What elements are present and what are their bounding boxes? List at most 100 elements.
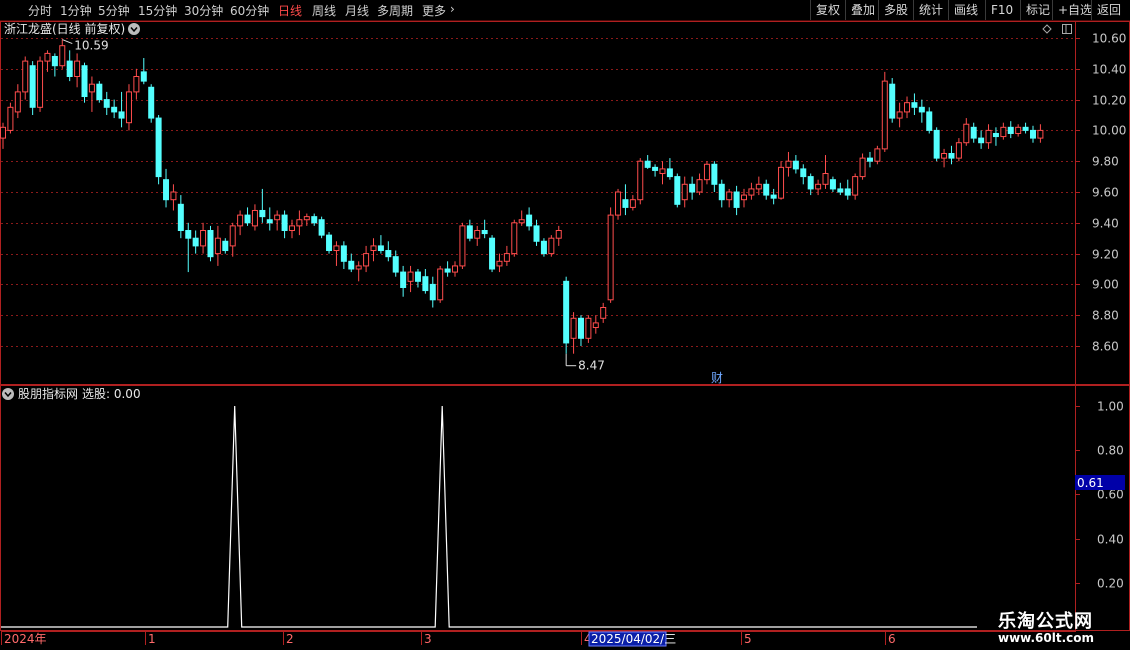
price-tick-label: 10.40	[1092, 63, 1126, 77]
candle-body	[200, 230, 207, 247]
price-tick-label: 10.00	[1092, 124, 1126, 138]
candle-body	[874, 148, 881, 162]
candle-body	[985, 129, 992, 144]
candle-body	[555, 230, 562, 239]
candle-body	[474, 230, 481, 239]
candle-body	[14, 91, 21, 113]
watermark-url: www.60lt.com	[998, 631, 1095, 645]
price-tick-label: 10.20	[1092, 94, 1126, 108]
candle-body	[1022, 126, 1029, 131]
candle-body	[74, 60, 81, 77]
title-dropdown-icon[interactable]	[128, 23, 140, 35]
candle-body	[718, 183, 725, 201]
candle-body	[1000, 126, 1007, 138]
price-tick-label: 9.20	[1092, 248, 1119, 262]
candle-body	[400, 271, 407, 288]
price-tick-label: 9.40	[1092, 217, 1119, 231]
candle-body	[526, 214, 533, 227]
candle-body	[214, 237, 221, 255]
price-tick-label: 9.60	[1092, 186, 1119, 200]
indicator-tick-label: 1.00	[1097, 400, 1124, 414]
candle-body	[904, 102, 911, 113]
candle-body	[918, 106, 925, 113]
candle-body	[844, 188, 851, 196]
price-tick-label: 10.60	[1092, 32, 1126, 46]
candle-body	[140, 71, 147, 82]
candle-body	[348, 260, 355, 270]
indicator-title: 股朋指标网	[18, 386, 78, 401]
candle-body	[881, 80, 888, 150]
low-price-label: 8.47	[578, 359, 605, 373]
candle-body	[452, 265, 459, 273]
date-axis-label: 1	[148, 632, 156, 646]
candle-body	[681, 183, 688, 201]
candle-body	[733, 191, 740, 208]
candle-body	[970, 126, 977, 139]
candle-body	[600, 307, 607, 319]
stock-title: 浙江龙盛(日线 前复权)	[4, 21, 125, 36]
candle-body	[244, 214, 251, 224]
candle-body	[763, 183, 770, 196]
candle-body	[540, 240, 547, 255]
candle-body	[577, 317, 584, 339]
candle-body	[711, 163, 718, 185]
candle-body	[266, 219, 273, 224]
candle-body	[896, 111, 903, 119]
candle-body	[815, 183, 822, 190]
candle-body	[326, 234, 333, 252]
candle-body	[866, 157, 873, 162]
candle-body	[822, 173, 829, 185]
candle-body	[748, 188, 755, 196]
candle-body	[355, 265, 362, 270]
candle-body	[163, 179, 170, 201]
candle-body	[563, 280, 570, 344]
candle-body	[496, 260, 503, 267]
candle-body	[444, 268, 451, 273]
diamond-icon[interactable]	[1042, 24, 1052, 34]
panel-maximize-icon[interactable]	[1062, 24, 1072, 34]
candle-body	[363, 253, 370, 267]
candle-body	[207, 230, 214, 258]
candle-body	[59, 45, 66, 67]
candle-body	[770, 194, 777, 199]
chart-canvas: 10.6010.4010.2010.009.809.609.409.209.00…	[0, 21, 1130, 647]
candle-body	[81, 65, 88, 98]
candle-body	[1007, 126, 1014, 134]
candle-body	[955, 142, 962, 159]
watermark-title: 乐淘公式网	[998, 611, 1093, 632]
candle-body	[407, 271, 414, 282]
candle-body	[926, 111, 933, 131]
candle-body	[622, 199, 629, 208]
candle-body	[837, 188, 844, 193]
candle-body	[933, 129, 940, 159]
candle-body	[726, 191, 733, 201]
candle-body	[288, 225, 295, 232]
candle-body	[666, 168, 673, 178]
candle-body	[7, 106, 14, 131]
indicator-dropdown-icon[interactable]	[2, 388, 14, 400]
candle-body	[88, 83, 95, 93]
candle-body	[629, 199, 636, 208]
site-watermark: 乐淘公式网 www.60lt.com	[984, 605, 1124, 649]
candle-body	[281, 214, 288, 232]
candle-body	[422, 276, 429, 292]
candle-body	[1037, 129, 1044, 139]
candle-body	[22, 60, 29, 93]
candle-body	[125, 91, 132, 124]
candle-body	[118, 111, 125, 119]
candle-body	[414, 271, 421, 282]
candle-body	[318, 219, 325, 236]
candle-body	[741, 194, 747, 201]
candle-body	[466, 225, 473, 239]
candle-body	[429, 283, 436, 301]
candle-body	[807, 176, 814, 190]
candle-body	[792, 160, 799, 170]
candle-body	[377, 245, 384, 252]
candle-body	[703, 163, 710, 181]
financial-report-marker[interactable]: 财	[711, 371, 723, 385]
candle-body	[222, 240, 229, 252]
candle-body	[615, 191, 622, 216]
candle-body	[948, 153, 955, 159]
candle-body	[133, 76, 140, 93]
date-axis-label: 2	[286, 632, 294, 646]
